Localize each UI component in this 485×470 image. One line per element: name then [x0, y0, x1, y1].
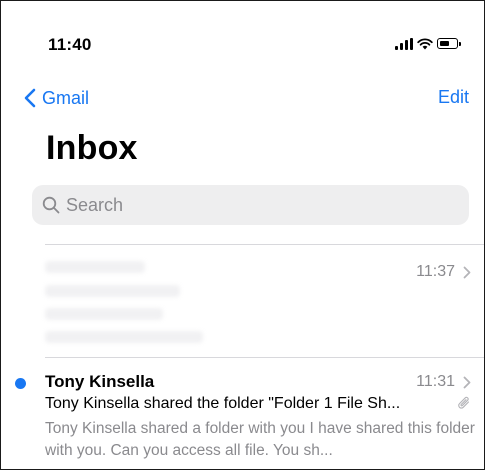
chevron-right-icon	[463, 266, 471, 278]
message-time-label: 11:31	[416, 373, 455, 390]
unread-indicator	[15, 378, 26, 389]
list-item[interactable]: Tony Kinsella 11:31 Tony Kinsella shared…	[1, 358, 484, 469]
redacted-preview-line-2	[45, 331, 203, 343]
redacted-sender	[45, 261, 145, 273]
list-item-faded[interactable]: 11:37	[1, 246, 484, 356]
battery-icon	[437, 38, 461, 49]
page-title: Inbox	[46, 129, 138, 167]
paperclip-icon	[458, 396, 470, 409]
message-time-label: 11:37	[416, 263, 455, 280]
edit-button[interactable]: Edit	[438, 87, 469, 108]
message-time: 11:37	[416, 263, 471, 281]
message-preview: Tony Kinsella shared a folder with you I…	[45, 420, 475, 459]
back-button-label: Gmail	[42, 87, 90, 108]
search-bar[interactable]	[32, 185, 469, 225]
signal-icon	[395, 38, 413, 50]
status-time: 11:40	[48, 35, 92, 54]
message-time: 11:31	[416, 373, 471, 391]
chevron-right-icon	[463, 376, 471, 388]
search-icon	[42, 196, 60, 214]
status-bar: 11:40	[1, 1, 484, 81]
redacted-subject	[45, 285, 180, 297]
mail-app-screen: 11:40 Gmail Edit Inbox Search 11:37 Tony…	[0, 0, 485, 470]
status-icons	[395, 36, 465, 52]
search-input[interactable]	[66, 194, 446, 216]
chevron-left-icon	[24, 88, 36, 108]
message-subject: Tony Kinsella shared the folder "Folder …	[45, 395, 401, 412]
message-sender: Tony Kinsella	[45, 372, 155, 391]
wifi-icon	[417, 38, 433, 50]
redacted-preview-line-1	[45, 308, 163, 320]
back-button[interactable]: Gmail	[24, 86, 89, 110]
list-separator	[45, 244, 484, 245]
